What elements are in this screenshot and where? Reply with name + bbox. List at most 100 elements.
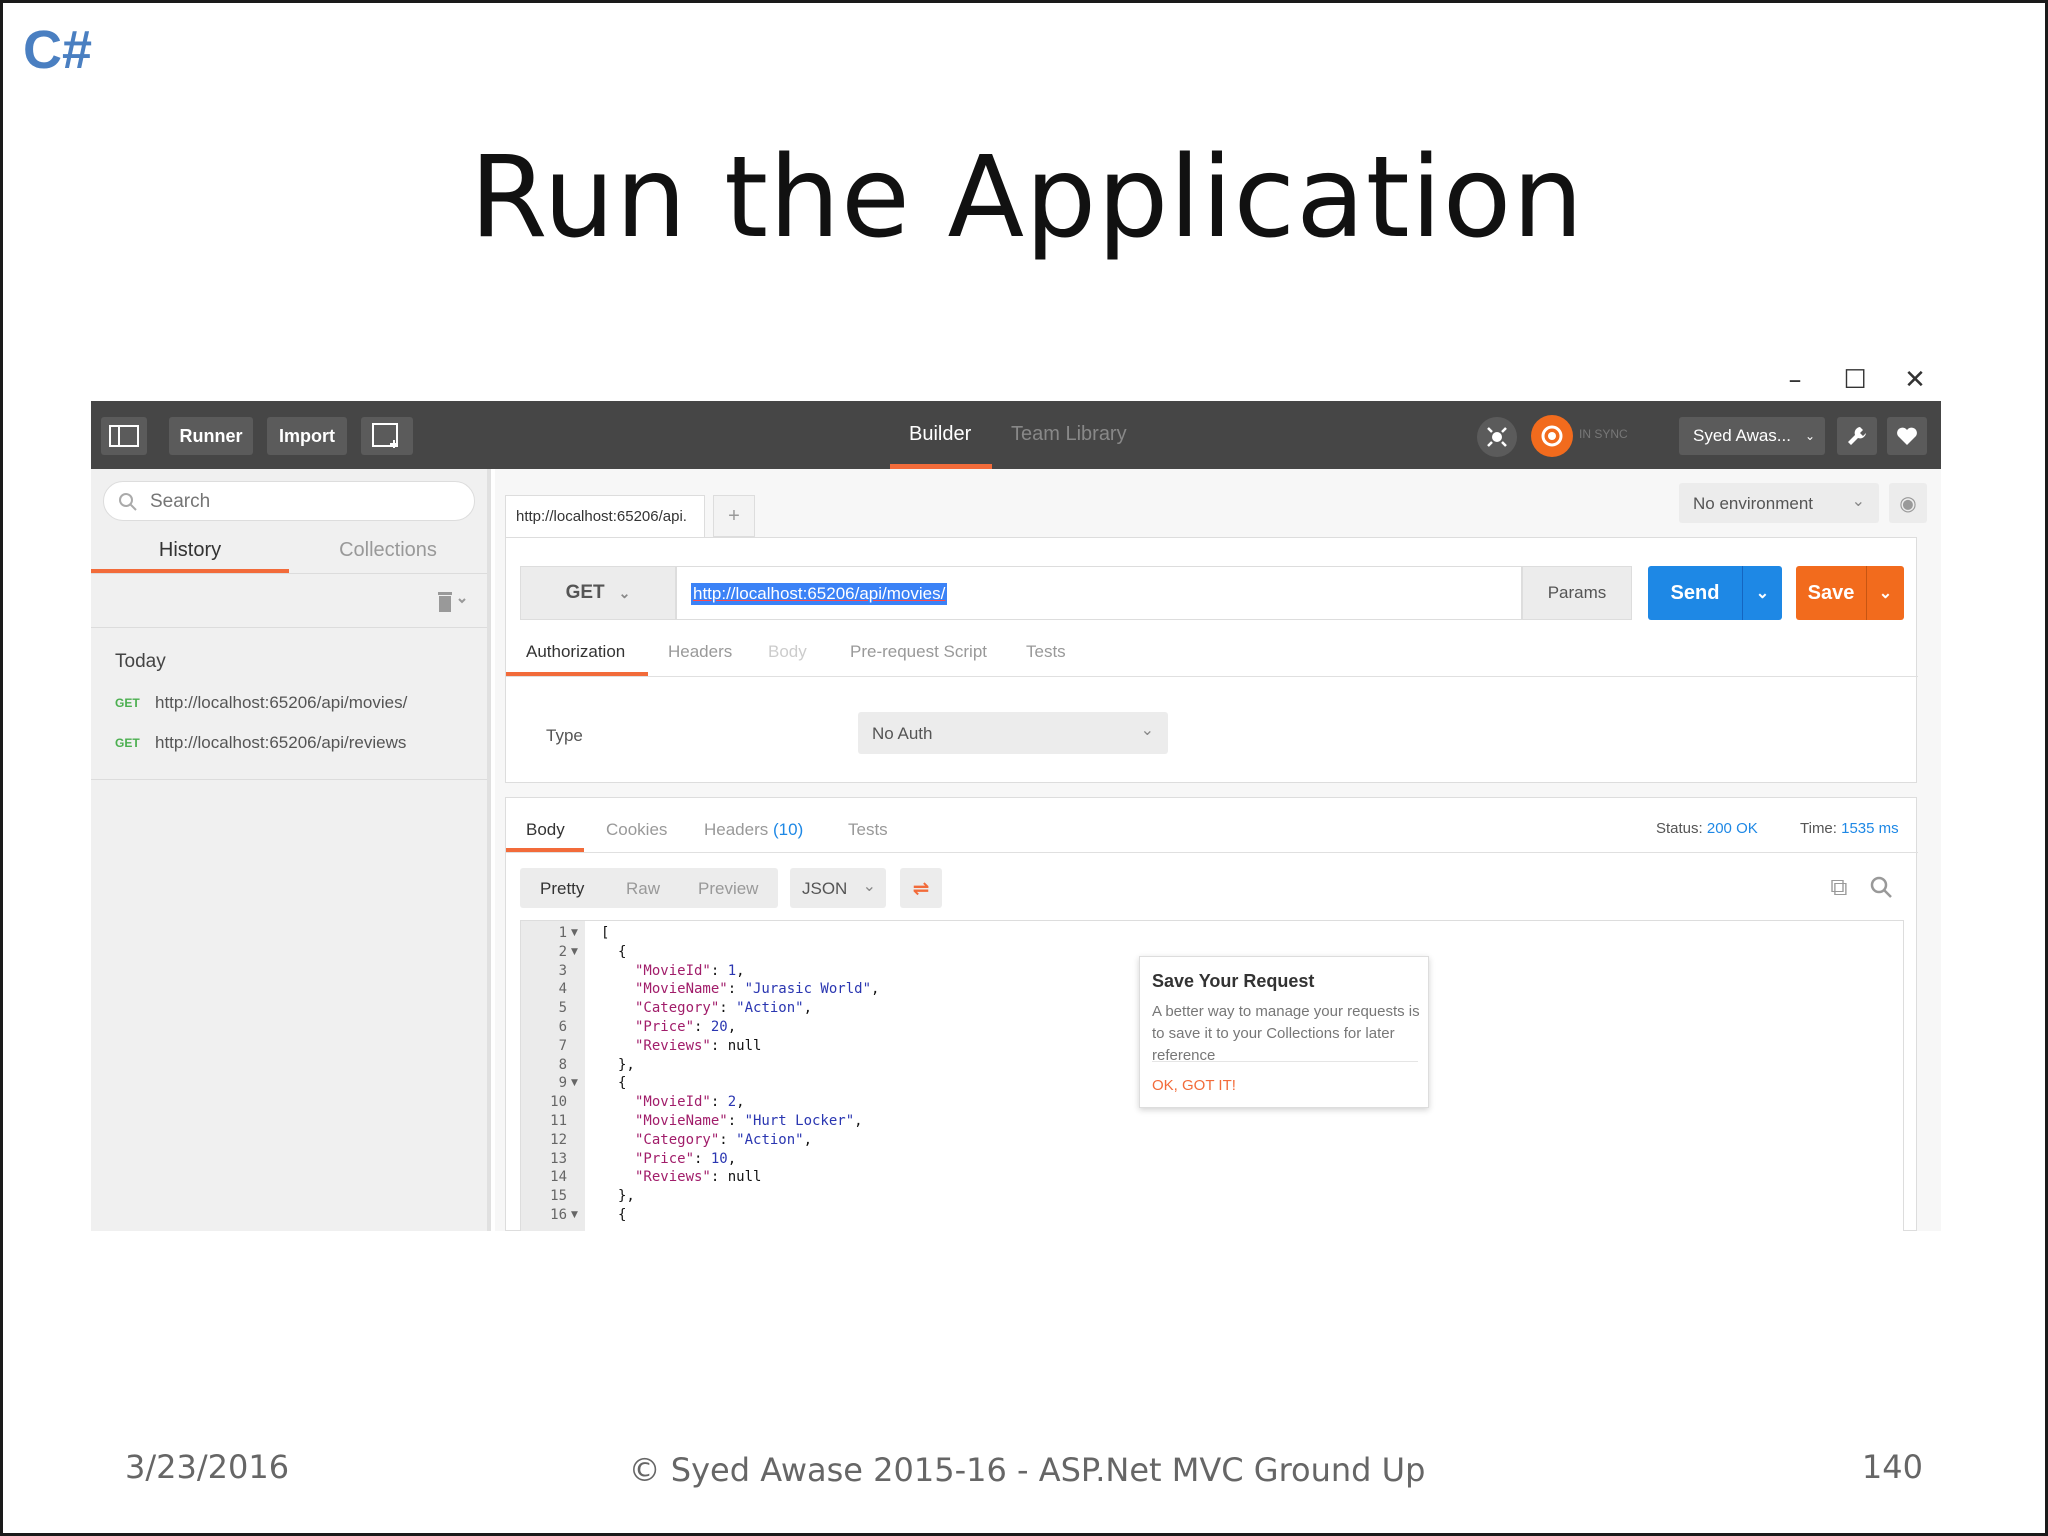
add-tab-button[interactable]: + — [713, 495, 755, 537]
favorite-button[interactable] — [1887, 417, 1927, 455]
code-line: [ — [601, 925, 610, 941]
tab-headers[interactable]: Headers — [668, 642, 732, 662]
popover-title: Save Your Request — [1152, 971, 1315, 991]
search-input[interactable] — [150, 488, 450, 516]
code-line: "Reviews": null — [635, 1037, 762, 1054]
json-value: "Jurasic World" — [744, 981, 872, 998]
fold-toggle-icon[interactable]: ▼ — [571, 1078, 578, 1088]
wrap-icon: ⇌ — [912, 876, 930, 900]
json-key: "Category" — [635, 1000, 720, 1017]
tab-authorization[interactable]: Authorization — [526, 642, 625, 662]
code-line: "Price": 20, — [635, 1019, 737, 1035]
chevron-down-icon: ⌄ — [618, 584, 631, 601]
view-preview-button[interactable]: Preview — [698, 879, 758, 899]
history-item[interactable]: GET http://localhost:65206/api/reviews — [115, 731, 406, 755]
trash-icon — [438, 592, 466, 612]
url-input[interactable]: http://localhost:65206/api/movies/ — [676, 566, 1522, 620]
sidebar-toggle-button[interactable] — [101, 417, 147, 455]
code-line: { — [618, 943, 627, 960]
search-icon — [1870, 876, 1892, 898]
tab-response-body[interactable]: Body — [526, 820, 565, 840]
maximize-button[interactable]: ☐ — [1835, 363, 1875, 397]
tab-cookies[interactable]: Cookies — [606, 820, 667, 840]
builder-divider — [506, 676, 1918, 677]
slide: C# Run the Application – ☐ ✕ Runner Impo… — [0, 0, 2048, 1536]
new-window-button[interactable] — [361, 417, 413, 455]
json-key: "Reviews" — [635, 1037, 711, 1054]
line-number: 16 — [550, 1207, 567, 1223]
fold-toggle-icon[interactable]: ▼ — [571, 928, 578, 938]
send-button[interactable]: Send ⌄ — [1648, 566, 1782, 620]
wrap-lines-button[interactable]: ⇌ — [900, 868, 942, 908]
chevron-down-icon[interactable]: ⌄ — [1742, 566, 1782, 620]
url-value: http://localhost:65206/api/movies/ — [691, 583, 948, 605]
settings-button[interactable] — [1837, 417, 1877, 455]
environment-value: No environment — [1693, 494, 1814, 513]
sync-button[interactable] — [1531, 415, 1573, 457]
environment-select[interactable]: No environment ⌄ — [1679, 483, 1879, 523]
minimize-button[interactable]: – — [1775, 363, 1815, 397]
sync-icon — [1541, 425, 1563, 447]
line-number: 13 — [550, 1150, 567, 1167]
request-tab[interactable]: http://localhost:65206/api. — [505, 495, 705, 537]
status-value: 200 OK — [1706, 820, 1758, 837]
interceptor-button[interactable] — [1477, 417, 1517, 457]
close-button[interactable]: ✕ — [1895, 363, 1935, 397]
line-number: 1 — [558, 925, 567, 941]
auth-type-label: Type — [546, 726, 583, 745]
copy-button[interactable]: ⧉ — [1824, 872, 1854, 902]
fold-toggle-icon[interactable]: ▼ — [571, 947, 578, 957]
top-bar: Runner Import Builder Team Library IN SY… — [91, 401, 1941, 469]
search-response-button[interactable] — [1866, 872, 1896, 902]
code-line: }, — [618, 1056, 635, 1073]
format-select[interactable]: JSON ⌄ — [790, 868, 886, 908]
tab-response-headers[interactable]: Headers (10) — [704, 820, 803, 840]
sidebar-toggle-icon — [109, 425, 139, 447]
time-value: 1535 ms — [1841, 820, 1899, 837]
chevron-down-icon[interactable]: ⌄ — [1866, 566, 1904, 620]
search-icon — [119, 493, 137, 511]
save-button[interactable]: Save ⌄ — [1796, 566, 1904, 620]
code-line: "MovieName": "Jurasic World", — [635, 981, 880, 998]
environment-quick-look-button[interactable]: ◉ — [1889, 483, 1927, 523]
view-raw-button[interactable]: Raw — [626, 879, 660, 899]
tab-collections[interactable]: Collections — [289, 539, 487, 562]
tab-history[interactable]: History — [91, 539, 289, 562]
json-value: "Hurt Locker" — [744, 1113, 855, 1129]
json-value: "Action" — [736, 1131, 804, 1148]
method-select[interactable]: GET ⌄ — [520, 566, 676, 620]
fold-toggle-icon[interactable]: ▼ — [571, 1210, 578, 1220]
csharp-logo: C# — [23, 20, 93, 80]
tab-team-library[interactable]: Team Library — [1011, 423, 1127, 446]
code-line: "MovieId": 2, — [635, 1094, 745, 1111]
code-line: "Price": 10, — [635, 1150, 737, 1167]
runner-button[interactable]: Runner — [169, 417, 253, 455]
tab-pre-request-script[interactable]: Pre-request Script — [850, 642, 987, 662]
user-menu[interactable]: Syed Awas... ⌄ — [1679, 417, 1825, 455]
response-headers-label: Headers — [704, 820, 769, 839]
line-number: 8 — [558, 1056, 567, 1073]
time-label: Time: — [1800, 820, 1837, 837]
line-number: 2 — [558, 943, 567, 960]
sidebar: History Collections Today GET http://loc… — [91, 469, 491, 1231]
params-button[interactable]: Params — [1522, 566, 1632, 620]
json-key: "Price" — [635, 1019, 695, 1035]
history-item[interactable]: GET http://localhost:65206/api/movies/ — [115, 691, 407, 715]
save-label: Save — [1807, 582, 1855, 604]
postman-window: Runner Import Builder Team Library IN SY… — [91, 401, 1941, 1231]
tab-body[interactable]: Body — [768, 642, 807, 662]
clear-history-button[interactable] — [435, 587, 469, 620]
user-name: Syed Awas... — [1693, 426, 1791, 445]
status-label: Status: — [1656, 820, 1703, 837]
auth-type-select[interactable]: No Auth ⌄ — [858, 712, 1168, 754]
json-value: 2 — [727, 1094, 737, 1111]
tab-tests[interactable]: Tests — [1026, 642, 1066, 662]
dismiss-popover-button[interactable]: OK, GOT IT! — [1152, 1077, 1236, 1094]
code-line: "Category": "Action", — [635, 1131, 813, 1148]
view-pretty-button[interactable]: Pretty — [540, 879, 584, 899]
tab-builder[interactable]: Builder — [909, 423, 971, 446]
popover-divider — [1152, 1061, 1418, 1062]
line-number: 4 — [558, 981, 567, 998]
import-button[interactable]: Import — [267, 417, 347, 455]
tab-response-tests[interactable]: Tests — [848, 820, 888, 840]
